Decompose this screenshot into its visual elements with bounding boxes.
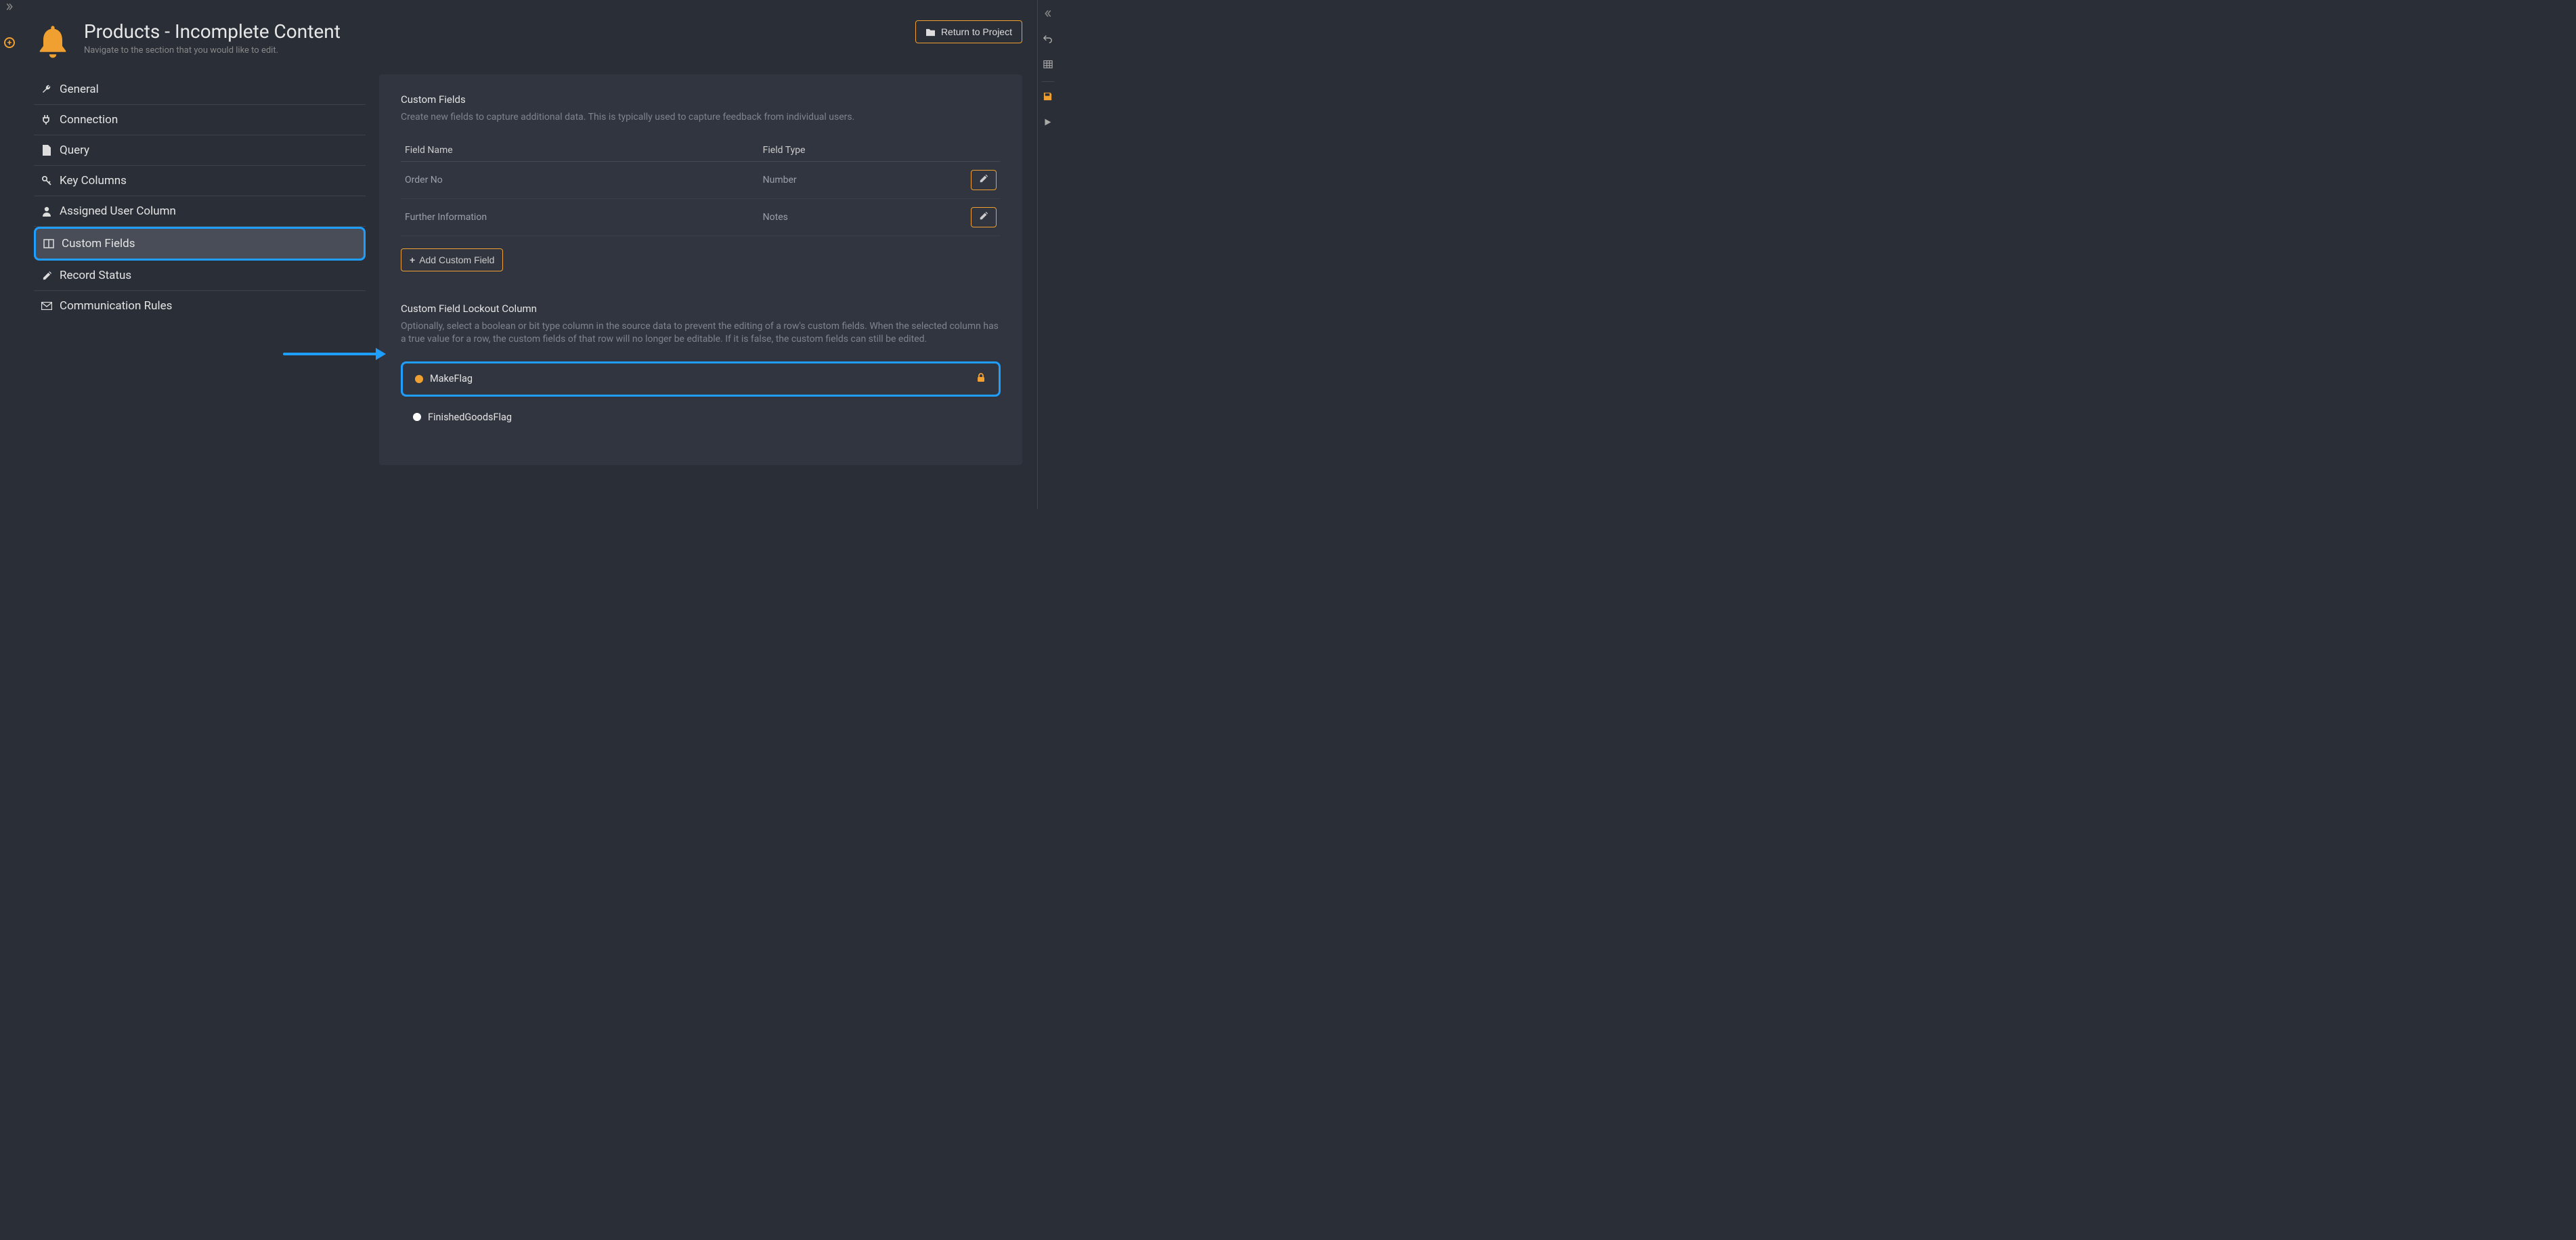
- lockout-option-label: MakeFlag: [430, 373, 473, 384]
- status-dot-icon: [413, 413, 421, 421]
- save-icon[interactable]: [1043, 91, 1053, 104]
- add-custom-field-label: Add Custom Field: [419, 254, 494, 265]
- lockout-option-makeflag[interactable]: MakeFlag: [401, 361, 1001, 397]
- right-rail: [1037, 0, 1057, 509]
- file-icon: [41, 145, 53, 156]
- lockout-desc: Optionally, select a boolean or bit type…: [401, 320, 1001, 347]
- lockout-section: Custom Field Lockout Column Optionally, …: [401, 303, 1001, 433]
- custom-fields-heading: Custom Fields: [401, 93, 1001, 106]
- lockout-heading: Custom Field Lockout Column: [401, 303, 1001, 315]
- sidebar-item-label: Key Columns: [60, 174, 127, 187]
- columns-icon: [43, 239, 55, 248]
- sidebar-item-label: Custom Fields: [62, 237, 135, 250]
- envelope-icon: [41, 302, 53, 310]
- sidebar-item-general[interactable]: General: [34, 74, 366, 105]
- sidebar-item-connection[interactable]: Connection: [34, 105, 366, 135]
- return-label: Return to Project: [941, 26, 1012, 37]
- settings-sidebar: General Connection Query Key Columns Ass…: [34, 74, 366, 465]
- plug-icon: [41, 114, 53, 125]
- edit-field-button[interactable]: [971, 207, 997, 227]
- table-row: Further Information Notes: [401, 198, 1001, 236]
- custom-fields-table: Field Name Field Type Order No Number Fu…: [401, 139, 1001, 236]
- content-panel: Custom Fields Create new fields to captu…: [379, 74, 1022, 465]
- page-title: Products - Incomplete Content: [84, 20, 341, 43]
- sidebar-item-label: General: [60, 83, 99, 96]
- cell-field-type: Number: [759, 161, 960, 198]
- user-icon: [41, 206, 53, 217]
- bell-icon: [34, 20, 72, 62]
- custom-fields-desc: Create new fields to capture additional …: [401, 111, 1001, 125]
- left-rail: +: [0, 0, 19, 509]
- wrench-icon: [41, 84, 53, 95]
- sidebar-item-custom-fields[interactable]: Custom Fields: [34, 227, 366, 261]
- folder-icon: [925, 28, 936, 37]
- status-dot-icon: [415, 375, 423, 383]
- add-icon[interactable]: +: [4, 37, 15, 48]
- sidebar-item-label: Record Status: [60, 269, 131, 282]
- undo-icon[interactable]: [1043, 34, 1053, 46]
- lock-icon: [977, 373, 985, 385]
- sidebar-item-label: Assigned User Column: [60, 204, 176, 218]
- page-header: Products - Incomplete Content Navigate t…: [34, 20, 1022, 62]
- play-icon[interactable]: [1043, 118, 1052, 129]
- edit-field-button[interactable]: [971, 170, 997, 190]
- col-field-type: Field Type: [759, 139, 960, 162]
- sidebar-item-record-status[interactable]: Record Status: [34, 261, 366, 291]
- cell-field-name: Order No: [401, 161, 759, 198]
- sidebar-item-label: Connection: [60, 113, 118, 127]
- add-custom-field-button[interactable]: + Add Custom Field: [401, 248, 503, 271]
- grid-icon[interactable]: [1043, 60, 1053, 72]
- lockout-option-label: FinishedGoodsFlag: [428, 412, 512, 423]
- sidebar-item-label: Query: [60, 143, 89, 157]
- sidebar-item-assigned-user[interactable]: Assigned User Column: [34, 196, 366, 227]
- lockout-option-finishedgoodsflag[interactable]: FinishedGoodsFlag: [401, 402, 1001, 433]
- annotation-arrow: [284, 345, 386, 363]
- cell-field-type: Notes: [759, 198, 960, 236]
- cell-field-name: Further Information: [401, 198, 759, 236]
- sidebar-item-label: Communication Rules: [60, 299, 172, 313]
- main-area: Products - Incomplete Content Navigate t…: [19, 0, 1037, 509]
- col-field-name: Field Name: [401, 139, 759, 162]
- sidebar-item-key-columns[interactable]: Key Columns: [34, 166, 366, 196]
- sidebar-item-communication-rules[interactable]: Communication Rules: [34, 291, 366, 321]
- key-icon: [41, 175, 53, 186]
- table-row: Order No Number: [401, 161, 1001, 198]
- plus-icon: +: [410, 254, 415, 265]
- return-to-project-button[interactable]: Return to Project: [915, 20, 1022, 43]
- edit-icon: [41, 271, 53, 281]
- collapse-left-icon[interactable]: [1044, 9, 1052, 20]
- page-subtitle: Navigate to the section that you would l…: [84, 45, 341, 56]
- expand-right-icon[interactable]: [5, 3, 14, 13]
- sidebar-item-query[interactable]: Query: [34, 135, 366, 166]
